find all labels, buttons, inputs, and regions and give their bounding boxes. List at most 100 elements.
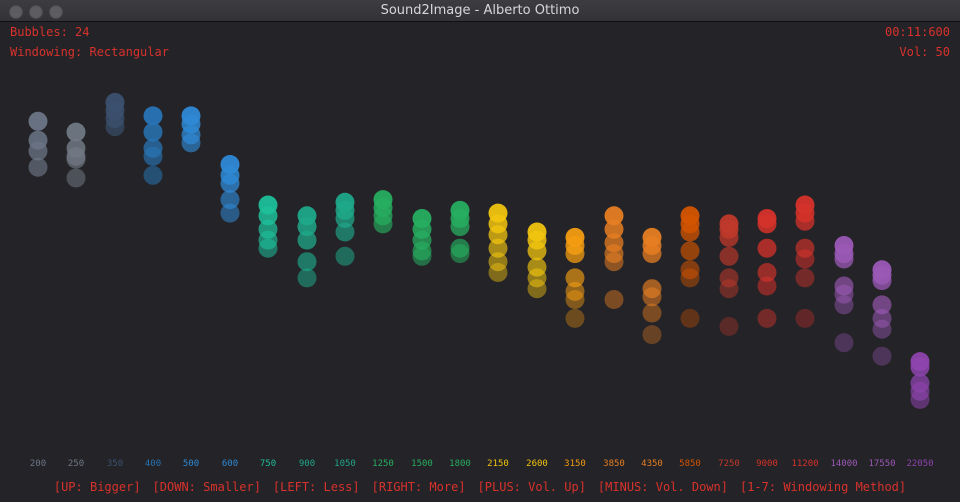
bubble-column-22050: [910, 352, 930, 409]
bubble: [143, 146, 163, 166]
frequency-label-1250: 1250: [372, 459, 394, 469]
bubble: [680, 268, 700, 288]
frequency-label-600: 600: [221, 459, 239, 469]
bubble-column-3150: [565, 227, 585, 328]
bubble-column-5850: [680, 206, 700, 328]
bubble: [795, 268, 815, 288]
bubble-column-350: [105, 92, 125, 137]
frequency-label-1800: 1800: [449, 459, 471, 469]
bubble: [105, 117, 125, 137]
bubble: [719, 279, 739, 299]
bubble: [565, 290, 585, 309]
frequency-label-2600: 2600: [526, 459, 548, 469]
title-bar[interactable]: Sound2Image - Alberto Ottimo: [0, 0, 960, 22]
bubble-column-900: [297, 206, 317, 288]
bubble: [834, 333, 854, 353]
bubble: [642, 244, 662, 264]
bubble: [910, 389, 930, 409]
bubble: [220, 203, 240, 223]
bubble: [642, 303, 662, 323]
bubble: [872, 271, 892, 291]
bubble-column-1050: [335, 192, 355, 266]
bubble-column-14000: [834, 236, 854, 353]
bubble: [143, 122, 163, 142]
bubble-column-2150: [488, 203, 508, 282]
frequency-label-250: 250: [67, 459, 85, 469]
bubble: [565, 308, 585, 328]
frequency-label-14000: 14000: [830, 459, 858, 469]
bubble: [66, 122, 86, 142]
control-hint: [1-7: Windowing Method]: [739, 480, 907, 494]
bubble: [642, 325, 662, 345]
bubble: [335, 246, 355, 266]
bubble: [680, 222, 700, 242]
frequency-label-1050: 1050: [334, 459, 356, 469]
bubble-column-1250: [373, 190, 393, 234]
bubble: [297, 252, 317, 272]
bubble-column-1800: [450, 200, 470, 264]
bubble: [719, 227, 739, 247]
bubble: [680, 241, 700, 261]
frequency-label-22050: 22050: [906, 459, 934, 469]
bubble-column-250: [66, 122, 86, 188]
frequency-label-3850: 3850: [603, 459, 625, 469]
bubble: [757, 238, 777, 258]
control-hint: [MINUS: Vol. Down]: [597, 480, 728, 494]
control-hint: [DOWN: Smaller]: [152, 480, 261, 494]
bubble: [527, 279, 547, 299]
bubble-column-7250: [719, 214, 739, 336]
bubble-column-1500: [412, 209, 432, 266]
bubble: [488, 263, 508, 282]
frequency-label-5850: 5850: [679, 459, 701, 469]
frequency-label-500: 500: [182, 459, 200, 469]
bubble: [680, 308, 700, 328]
control-hint: [PLUS: Vol. Up]: [477, 480, 586, 494]
frequency-label-350: 350: [106, 459, 124, 469]
bubble: [872, 346, 892, 366]
bubble: [450, 217, 470, 237]
bubble: [297, 268, 317, 288]
bubble-column-17550: [872, 260, 892, 366]
bubble: [565, 244, 585, 264]
frequency-label-1500: 1500: [411, 459, 433, 469]
bubble: [412, 246, 432, 266]
bubble: [642, 287, 662, 307]
bubble-column-2600: [527, 222, 547, 299]
bubble: [181, 133, 201, 153]
bubble: [757, 276, 777, 296]
bubble: [604, 290, 624, 309]
frequency-label-7250: 7250: [718, 459, 740, 469]
frequency-label-2150: 2150: [487, 459, 509, 469]
bubble-column-400: [143, 106, 163, 185]
frequency-label-9000: 9000: [756, 459, 778, 469]
bubble-column-11200: [795, 195, 815, 328]
bubble: [66, 149, 86, 169]
window-title: Sound2Image - Alberto Ottimo: [380, 3, 580, 18]
frequency-label-17550: 17550: [868, 459, 896, 469]
bubble: [757, 214, 777, 234]
frequency-label-200: 200: [29, 459, 47, 469]
bubble: [28, 111, 48, 131]
bubble: [297, 230, 317, 250]
bubble: [66, 168, 86, 188]
bubble: [604, 252, 624, 272]
bubble-column-600: [220, 155, 240, 223]
app-window: Sound2Image - Alberto Ottimo Bubbles: 24…: [0, 0, 960, 502]
control-hint: [RIGHT: More]: [371, 480, 466, 494]
frequency-label-11200: 11200: [791, 459, 819, 469]
visualization-canvas: Bubbles: 24 Windowing: Rectangular 00:11…: [0, 22, 960, 502]
bubble-column-750: [258, 195, 278, 258]
bubble-column-4350: [642, 227, 662, 345]
bubble: [719, 317, 739, 336]
control-hint: [LEFT: Less]: [272, 480, 360, 494]
bubble: [258, 238, 278, 258]
bubble: [795, 308, 815, 328]
frequency-label-3150: 3150: [564, 459, 586, 469]
bubble: [373, 214, 393, 234]
bubble: [795, 249, 815, 269]
bubble-column-9000: [757, 209, 777, 328]
bubble: [757, 308, 777, 328]
bubble: [28, 141, 48, 161]
bubble: [834, 295, 854, 315]
frequency-label-400: 400: [144, 459, 162, 469]
